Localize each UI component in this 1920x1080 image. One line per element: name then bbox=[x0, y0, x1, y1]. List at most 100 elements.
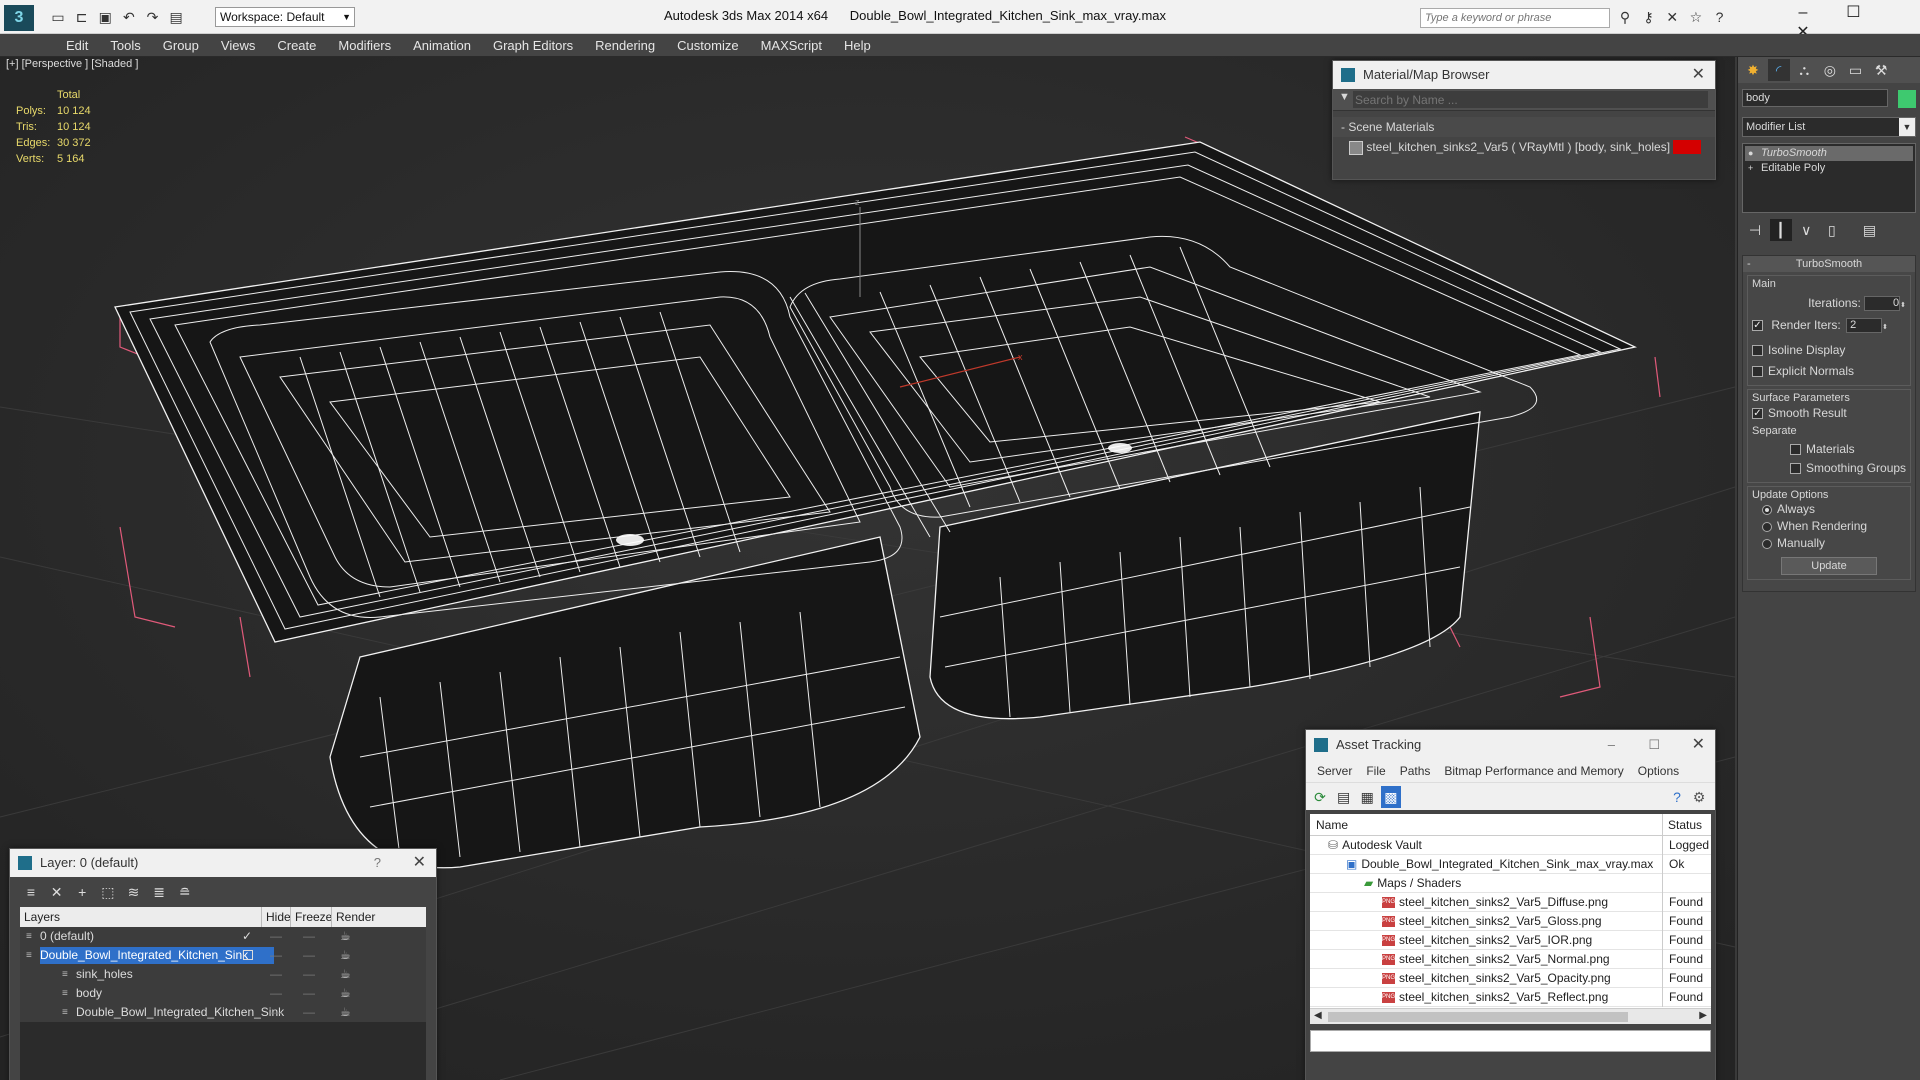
list-view-icon[interactable]: ▤ bbox=[1334, 786, 1354, 808]
new-file-icon[interactable]: ▭ bbox=[48, 7, 68, 27]
hide-toggle-icon[interactable]: — bbox=[270, 927, 282, 946]
layer-column-render[interactable]: Render bbox=[331, 907, 375, 927]
asset-path-field[interactable] bbox=[1310, 1030, 1711, 1052]
menu-help[interactable]: Help bbox=[833, 34, 882, 57]
freeze-all-icon[interactable]: ≘ bbox=[174, 881, 196, 903]
search-input[interactable] bbox=[1421, 9, 1601, 27]
always-radio[interactable] bbox=[1762, 504, 1772, 515]
layer-name[interactable]: 0 (default) bbox=[40, 928, 120, 945]
menu-views[interactable]: Views bbox=[210, 34, 266, 57]
asset-tracking-header[interactable]: Asset Tracking – ☐ ✕ bbox=[1306, 730, 1715, 760]
layer-name[interactable]: body bbox=[76, 985, 128, 1002]
layer-window-header[interactable]: Layer: 0 (default) ? ✕ bbox=[10, 849, 436, 877]
modify-tab-icon[interactable]: ◜ bbox=[1767, 59, 1790, 81]
update-button[interactable]: Update bbox=[1781, 557, 1877, 575]
layer-manager-window[interactable]: Layer: 0 (default) ? ✕ ≡ ✕ + ⬚ ≋ ≣ ≘ Lay… bbox=[9, 848, 437, 1080]
hide-toggle-icon[interactable]: — bbox=[270, 984, 282, 1003]
remove-modifier-icon[interactable]: ▯ bbox=[1821, 219, 1843, 241]
menu-edit[interactable]: Edit bbox=[55, 34, 99, 57]
current-layer-check-icon[interactable]: ✓ bbox=[242, 927, 252, 946]
smoothing-groups-checkbox[interactable] bbox=[1790, 463, 1801, 475]
freeze-toggle-icon[interactable]: — bbox=[303, 946, 315, 965]
menu-animation[interactable]: Animation bbox=[402, 34, 482, 57]
delete-layer-icon[interactable]: ✕ bbox=[46, 881, 68, 903]
hide-toggle-icon[interactable]: — bbox=[270, 1003, 282, 1022]
add-to-layer-icon[interactable]: + bbox=[71, 881, 93, 903]
key-icon[interactable]: ⚷ bbox=[1639, 7, 1659, 27]
maximize-icon[interactable]: ☐ bbox=[1648, 730, 1660, 760]
freeze-toggle-icon[interactable]: — bbox=[303, 1003, 315, 1022]
display-tab-icon[interactable]: ▭ bbox=[1845, 59, 1867, 81]
asset-menu-file[interactable]: File bbox=[1359, 764, 1392, 778]
hide-toggle-icon[interactable]: — bbox=[270, 965, 282, 984]
refresh-icon[interactable]: ⟳ bbox=[1310, 786, 1330, 808]
layer-row[interactable]: ≡ 0 (default) ✓ — — ☕ bbox=[20, 927, 426, 946]
hide-toggle-icon[interactable]: — bbox=[270, 946, 282, 965]
maximize-icon[interactable]: ☐ bbox=[1830, 2, 1876, 22]
vault-help-icon[interactable]: ? bbox=[1667, 786, 1687, 808]
scroll-left-icon[interactable]: ◀ bbox=[1314, 1010, 1322, 1021]
set-current-icon[interactable] bbox=[243, 950, 253, 960]
scroll-thumb[interactable] bbox=[1328, 1012, 1628, 1022]
layer-row[interactable]: ≡ Double_Bowl_Integrated_Kitchen_Sink — — ☕ bbox=[20, 1003, 426, 1022]
make-unique-icon[interactable]: ∨ bbox=[1795, 219, 1817, 241]
filter-icon[interactable]: ▼ bbox=[1339, 91, 1350, 103]
isoline-checkbox[interactable] bbox=[1752, 345, 1763, 357]
show-end-result-icon[interactable]: ┃ bbox=[1769, 219, 1792, 241]
help-icon[interactable]: ? bbox=[1710, 7, 1730, 27]
freeze-toggle-icon[interactable]: — bbox=[303, 927, 315, 946]
asset-row[interactable]: PNG steel_kitchen_sinks2_Var5_Normal.png F… bbox=[1310, 950, 1711, 969]
asset-column-status[interactable]: Status bbox=[1662, 814, 1702, 836]
layer-name[interactable]: sink_holes bbox=[76, 966, 159, 983]
material-map-browser-window[interactable]: Material/Map Browser ✕ ▼ - Scene Materia… bbox=[1332, 60, 1716, 180]
asset-row[interactable]: ▣ Double_Bowl_Integrated_Kitchen_Sink_max… bbox=[1310, 855, 1711, 874]
object-color-swatch[interactable] bbox=[1898, 90, 1916, 108]
freeze-toggle-icon[interactable]: — bbox=[303, 984, 315, 1003]
light-bulb-icon[interactable]: ● bbox=[1748, 146, 1753, 161]
details-view-icon[interactable]: ▦ bbox=[1357, 786, 1377, 808]
expand-icon[interactable]: + bbox=[1748, 161, 1753, 176]
manually-radio[interactable] bbox=[1762, 538, 1772, 549]
asset-menu-options[interactable]: Options bbox=[1631, 764, 1686, 778]
menu-group[interactable]: Group bbox=[152, 34, 210, 57]
scene-materials-group[interactable]: - Scene Materials bbox=[1333, 117, 1715, 137]
pin-stack-icon[interactable]: ⊣ bbox=[1744, 219, 1766, 241]
configure-sets-icon[interactable]: ▤ bbox=[1859, 219, 1881, 241]
explicit-normals-checkbox[interactable] bbox=[1752, 366, 1763, 378]
layer-name[interactable]: Double_Bowl_Integrated_Kitchen_Sink bbox=[40, 947, 275, 964]
material-browser-header[interactable]: Material/Map Browser ✕ bbox=[1333, 61, 1715, 89]
asset-row[interactable]: ⛁Autodesk Vault Logged O bbox=[1310, 836, 1711, 855]
menu-maxscript[interactable]: MAXScript bbox=[750, 34, 833, 57]
asset-menu-server[interactable]: Server bbox=[1310, 764, 1359, 778]
viewport-label[interactable]: [+] [Perspective ] [Shaded ] bbox=[6, 58, 138, 70]
iterations-spinner[interactable]: 0 bbox=[1864, 296, 1901, 312]
table-view-icon[interactable]: ▩ bbox=[1380, 786, 1401, 808]
materials-checkbox[interactable] bbox=[1790, 444, 1801, 456]
asset-row[interactable]: PNG steel_kitchen_sinks2_Var5_Gloss.png Fo… bbox=[1310, 912, 1711, 931]
material-item[interactable]: steel_kitchen_sinks2_Var5 ( VRayMtl ) [b… bbox=[1333, 137, 1715, 157]
menu-tools[interactable]: Tools bbox=[99, 34, 151, 57]
asset-menu-paths[interactable]: Paths bbox=[1393, 764, 1438, 778]
render-iters-checkbox[interactable]: ✓ bbox=[1752, 320, 1763, 332]
stack-item[interactable]: + Editable Poly bbox=[1745, 161, 1913, 176]
close-icon[interactable]: ✕ bbox=[1692, 61, 1705, 89]
rollout-header[interactable]: - TurboSmooth bbox=[1743, 256, 1915, 272]
smooth-result-checkbox[interactable]: ✓ bbox=[1752, 408, 1763, 420]
menu-customize[interactable]: Customize bbox=[666, 34, 749, 57]
help-icon[interactable]: ? bbox=[374, 849, 381, 877]
render-teapot-icon[interactable]: ☕ bbox=[340, 946, 351, 965]
hide-all-icon[interactable]: ≣ bbox=[148, 881, 170, 903]
layer-column-hide[interactable]: Hide bbox=[261, 907, 291, 927]
app-logo-icon[interactable]: 3 bbox=[4, 5, 34, 31]
menu-create[interactable]: Create bbox=[266, 34, 327, 57]
modifier-list-dropdown[interactable]: Modifier List ▼ bbox=[1742, 117, 1916, 137]
select-objects-icon[interactable]: ⬚ bbox=[97, 881, 119, 903]
asset-row[interactable]: PNG steel_kitchen_sinks2_Var5_Diffuse.png… bbox=[1310, 893, 1711, 912]
highlight-layer-icon[interactable]: ≋ bbox=[123, 881, 145, 903]
asset-row[interactable]: ▰ Maps / Shaders bbox=[1310, 874, 1711, 893]
minimize-icon[interactable]: – bbox=[1608, 730, 1615, 760]
spinner-arrows-icon[interactable]: ⬍ bbox=[1882, 324, 1888, 331]
asset-tracking-window[interactable]: Asset Tracking – ☐ ✕ Server File Paths Bitm… bbox=[1305, 729, 1716, 1080]
save-file-icon[interactable]: ▣ bbox=[95, 7, 115, 27]
asset-row[interactable]: PNG steel_kitchen_sinks2_Var5_Opacity.png… bbox=[1310, 969, 1711, 988]
